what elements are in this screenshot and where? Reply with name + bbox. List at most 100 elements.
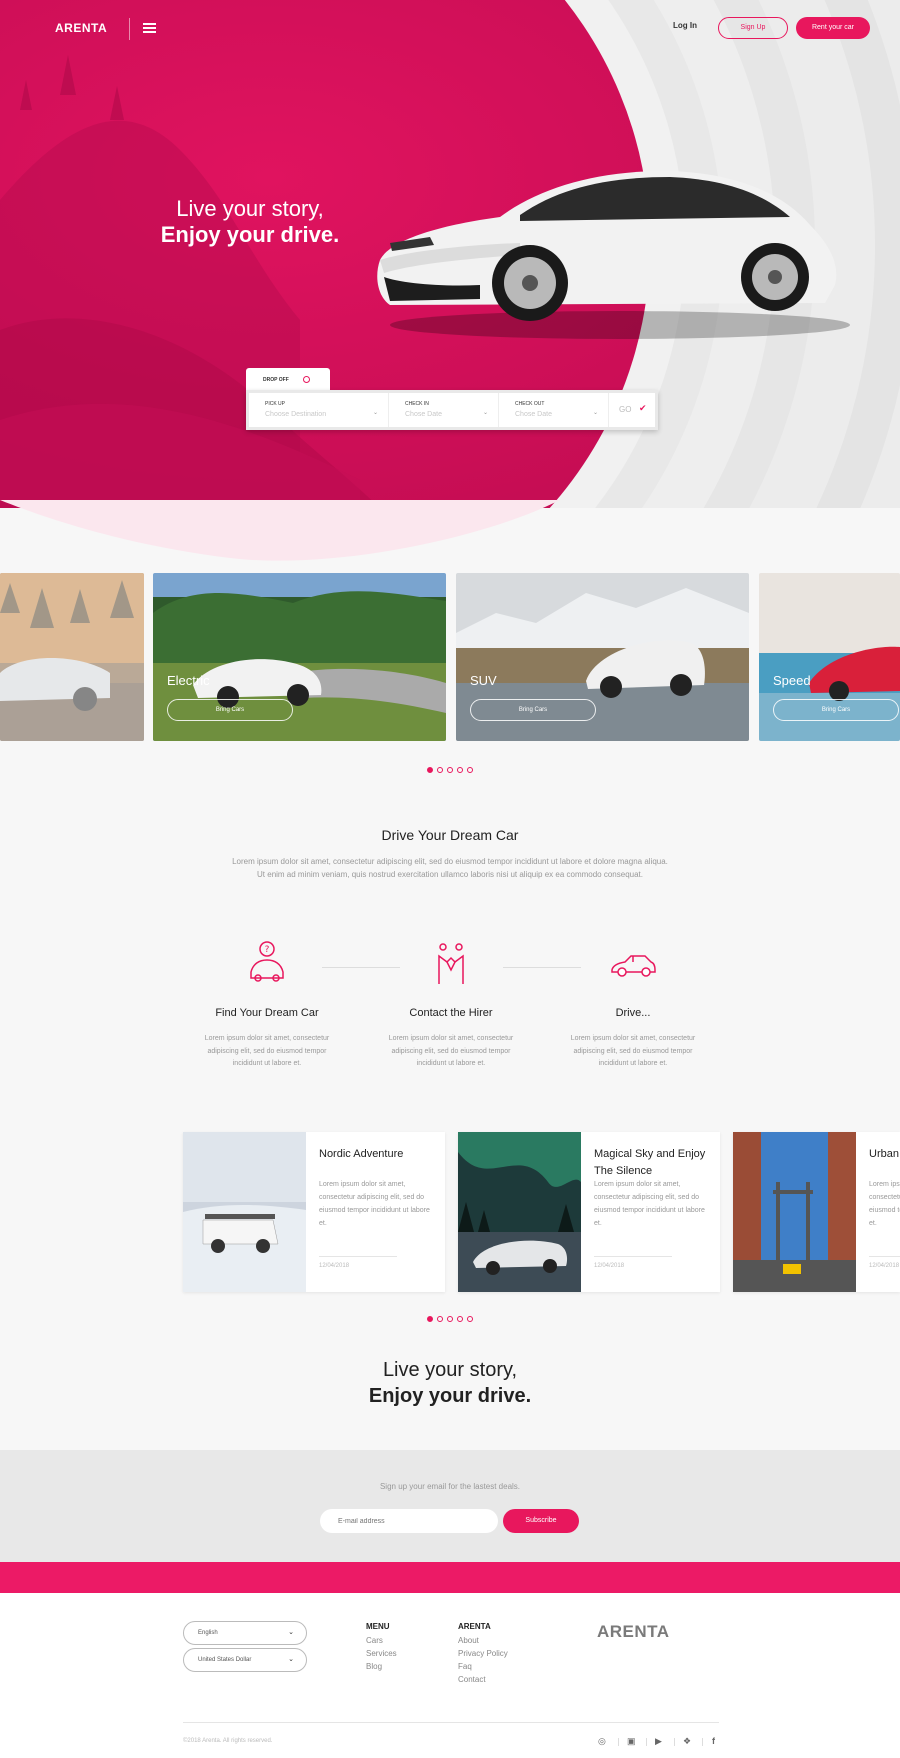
bring-cars-button[interactable]: Bring Cars [470,699,596,721]
social-separator [702,1738,703,1746]
category-photo [0,573,144,741]
go-button[interactable]: GO [619,405,631,414]
blog-pagination[interactable] [427,1309,477,1322]
hero-arc-decoration [0,500,560,561]
pagination-dot[interactable] [427,1316,433,1322]
category-card-electric[interactable]: Electric Bring Cars [153,573,446,741]
footer-divider [183,1722,719,1723]
blog-title[interactable]: Magical Sky and Enjoy The Silence [594,1146,714,1180]
blog-photo [458,1132,581,1292]
footer-logo[interactable]: ARENTA [597,1622,670,1642]
blog-title[interactable]: Urban [869,1146,900,1163]
blog-title[interactable]: Nordic Adventure [319,1146,439,1163]
hero-section: Live your story, Enjoy your drive. ARENT… [0,0,900,508]
footer-link-contact[interactable]: Contact [458,1675,486,1684]
blog-card[interactable]: Urban Lorem ipsum dolor sit amet, consec… [733,1132,900,1292]
tripadvisor-icon[interactable]: ◎ [598,1736,606,1747]
blog-date: 12/04/2018 [319,1263,350,1269]
hero-title-line1: Live your story, [176,196,324,221]
footer-link-services[interactable]: Services [366,1649,397,1658]
language-select[interactable]: English ⌄ [183,1621,307,1645]
email-input[interactable] [320,1509,498,1533]
footer-link-about[interactable]: About [458,1636,479,1645]
currency-select[interactable]: United States Dollar ⌄ [183,1648,307,1672]
pagination-dot[interactable] [457,767,463,773]
handshake-icon [438,943,464,984]
step-text: Lorem ipsum dolor sit amet, consectetur … [388,1035,514,1067]
chevron-down-icon: ⌄ [592,410,598,416]
step-contact-hirer: Contact the Hirer Lorem ipsum dolor sit … [376,940,526,1071]
twitter-icon[interactable]: ❖ [683,1736,691,1747]
checkin-field[interactable]: CHECK IN Chose Date ⌄ [389,393,499,427]
svg-text:?: ? [265,945,270,955]
category-label: Speed [773,673,811,688]
footer-link-blog[interactable]: Blog [366,1662,382,1671]
category-card-speed[interactable]: Speed Bring Cars [759,573,900,741]
chevron-down-icon: ⌄ [372,410,378,416]
pickup-label: PICK UP [265,401,286,407]
car-side-icon [611,955,656,977]
bring-cars-button[interactable]: Bring Cars [167,699,293,721]
category-card-suv[interactable]: SUV Bring Cars [456,573,749,741]
pagination-dot[interactable] [427,767,433,773]
checkout-value: Chose Date [515,411,552,418]
pagination-dot[interactable] [437,1316,443,1322]
chevron-down-icon: ⌄ [482,410,488,416]
subscribe-button[interactable]: Subscribe [503,1509,579,1533]
blog-date: 12/04/2018 [869,1263,900,1269]
pagination-dot[interactable] [437,767,443,773]
pagination-dot[interactable] [467,767,473,773]
pagination-dot[interactable] [447,767,453,773]
blog-card[interactable]: Magical Sky and Enjoy The Silence Lorem … [458,1132,720,1292]
checkin-value: Chose Date [405,411,442,418]
story-line2: Enjoy your drive. [368,1385,532,1407]
pickup-value: Choose Destination [265,411,327,418]
footer-menu-heading: MENU [366,1622,390,1631]
blog-excerpt: Lorem ipsum dolor sit amet, consectetur … [594,1181,705,1227]
footer-link-privacy[interactable]: Privacy Policy [458,1649,508,1658]
story-line1: Live your story, [382,1359,518,1381]
social-separator [674,1738,675,1746]
newsletter-section: Sign up your email for the lastest deals… [0,1450,900,1562]
footer-link-cars[interactable]: Cars [366,1636,383,1645]
category-pagination[interactable] [427,760,477,773]
copyright: ©2018 Arenta. All rights reserved. [183,1738,273,1744]
pagination-dot[interactable] [447,1316,453,1322]
drop-off-radio[interactable] [303,376,310,383]
rent-your-car-button[interactable]: Rent your car [796,17,870,39]
step-text: Lorem ipsum dolor sit amet, consectetur … [570,1035,696,1067]
step-title: Contact the Hirer [409,1007,493,1019]
social-separator [618,1738,619,1746]
blog-date: 12/04/2018 [594,1263,625,1269]
checkout-field[interactable]: CHECK OUT Chose Date ⌄ [499,393,609,427]
step-find-car: ? Find Your Dream Car Lorem ipsum dolor … [192,940,342,1071]
login-link[interactable]: Log In [673,21,697,30]
signup-button[interactable]: Sign Up [718,17,788,39]
dream-section-title: Drive Your Dream Car [381,827,519,843]
step-title: Find Your Dream Car [215,1007,319,1019]
facebook-icon[interactable]: f [712,1736,715,1746]
menu-icon[interactable] [143,23,156,33]
nav-divider [129,18,130,40]
step-title: Drive... [615,1007,651,1019]
pagination-dot[interactable] [467,1316,473,1322]
footer-arenta-heading: ARENTA [458,1622,491,1631]
bring-cars-button[interactable]: Bring Cars [773,699,899,721]
youtube-icon[interactable]: ▶ [655,1736,662,1747]
footer-link-faq[interactable]: Faq [458,1662,472,1671]
pickup-field[interactable]: PICK UP Choose Destination ⌄ [249,393,389,427]
instagram-icon[interactable]: ▣ [627,1736,636,1747]
car-question-icon: ? [250,941,284,982]
pagination-dot[interactable] [457,1316,463,1322]
chevron-down-icon: ⌄ [288,1629,294,1636]
category-card-partial[interactable] [0,573,144,741]
blog-divider [319,1256,397,1257]
newsletter-text: Sign up your email for the lastest deals… [379,1482,521,1491]
blog-card[interactable]: Nordic Adventure Lorem ipsum dolor sit a… [183,1132,445,1292]
nav-logo[interactable]: ARENTA [55,21,107,35]
check-icon[interactable]: ✔ [639,403,647,414]
currency-value: United States Dollar [198,1657,252,1663]
social-separator [646,1738,647,1746]
drop-off-tab[interactable]: DROP OFF [246,368,330,392]
blog-photo [183,1132,306,1292]
